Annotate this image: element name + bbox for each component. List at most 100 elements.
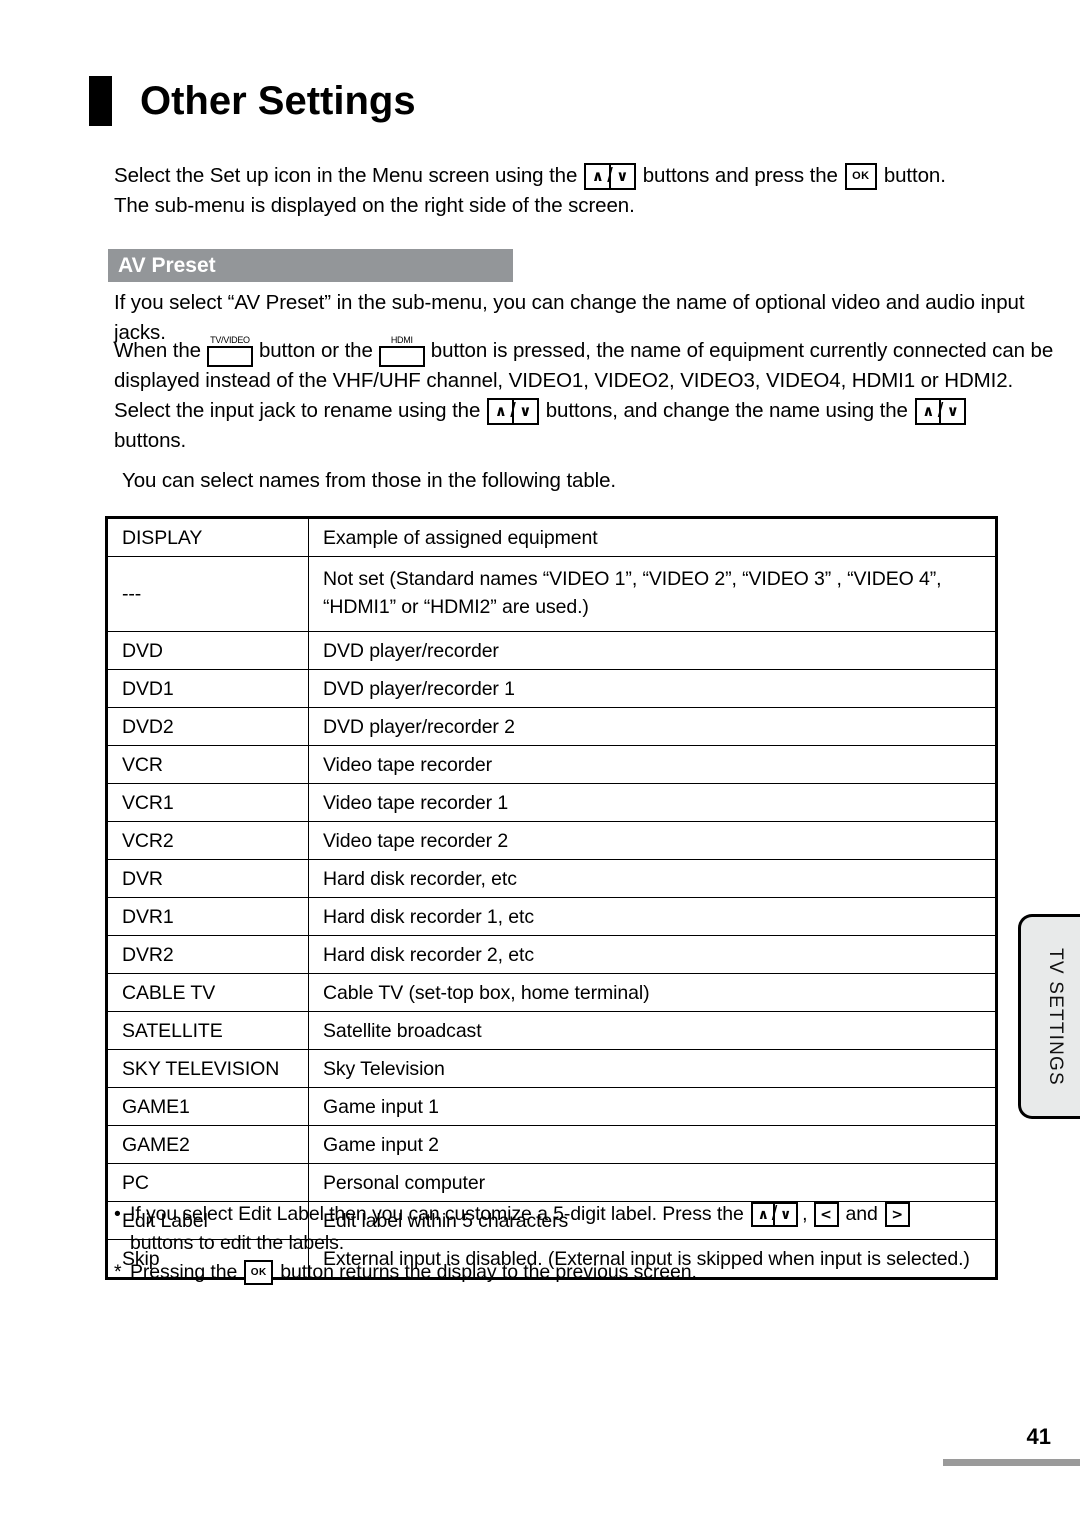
table-row: DVR1 Hard disk recorder 1, etc xyxy=(108,897,995,936)
hdmi-caption: HDMI xyxy=(390,335,413,345)
table-cell-display: DVR1 xyxy=(108,897,309,936)
table-header-row: DISPLAY Example of assigned equipment xyxy=(108,519,995,557)
table-intro-line: You can select names from those in the f… xyxy=(122,466,822,496)
instr-text-c: button is pressed, the name of equipment… xyxy=(430,339,1054,362)
table-cell-display: SKY TELEVISION xyxy=(108,1049,309,1088)
key-separator-slash-2: / xyxy=(510,400,516,422)
table-cell-display: DVR xyxy=(108,859,309,898)
ok-key-icon: OK xyxy=(844,162,877,190)
intro-text-b: buttons and press the xyxy=(642,164,838,187)
table-cell-display: GAME2 xyxy=(108,1125,309,1164)
key-separator-slash-4: / xyxy=(771,1203,778,1225)
table-row: VCR2 Video tape recorder 2 xyxy=(108,821,995,860)
table-header-display: DISPLAY xyxy=(108,519,309,557)
page-number: 41 xyxy=(1026,1424,1051,1449)
desc-line-1: If you select “AV Preset” in the sub-men… xyxy=(114,288,1025,318)
intro-line-2: The sub-menu is displayed on the right s… xyxy=(114,191,1014,221)
section-heading-av-preset: AV Preset xyxy=(108,249,513,282)
table-row: SKY TELEVISION Sky Television xyxy=(108,1049,995,1088)
table-row: DVD1 DVD player/recorder 1 xyxy=(108,669,995,708)
footnote-1-comma: , xyxy=(802,1203,808,1225)
instr-line-2: displayed instead of the VHF/UHF channel… xyxy=(114,366,1034,396)
side-tab-label: TV SETTINGS xyxy=(1044,947,1066,1086)
table-cell-example: Personal computer xyxy=(308,1163,995,1202)
footer-rule xyxy=(943,1459,1080,1466)
instr-line-4-text: buttons. xyxy=(114,429,187,452)
table-cell-example: Game input 1 xyxy=(308,1087,995,1126)
section-heading-label: AV Preset xyxy=(118,253,216,277)
intro-paragraph: Select the Set up icon in the Menu scree… xyxy=(114,161,1014,221)
footnote-1-and: and xyxy=(845,1203,878,1225)
left-arrow-key-icon: < xyxy=(813,1202,839,1227)
table-cell-example: DVD player/recorder xyxy=(308,631,995,670)
table-cell-example: Cable TV (set-top box, home terminal) xyxy=(308,973,995,1012)
table-cell-display: VCR1 xyxy=(108,783,309,822)
intro-line-1: Select the Set up icon in the Menu scree… xyxy=(114,161,1014,191)
table-row: DVR2 Hard disk recorder 2, etc xyxy=(108,935,995,974)
table-cell-example: Sky Television xyxy=(308,1049,995,1088)
footnote-1-text-a: If you select Edit Label then you can cu… xyxy=(130,1203,744,1225)
updown-key-pair-2: ∧ / ∨ xyxy=(487,396,539,426)
footnote-2-text-b: button returns the display to the previo… xyxy=(280,1261,697,1283)
intro-line-2-text: The sub-menu is displayed on the right s… xyxy=(114,194,635,217)
instr-line-4: buttons. xyxy=(114,426,1034,456)
table-cell-display: DVD1 xyxy=(108,669,309,708)
title-bullet-mark xyxy=(89,76,112,126)
table-intro-paragraph: You can select names from those in the f… xyxy=(122,466,822,496)
intro-text-c: button. xyxy=(883,164,946,187)
bullet-marker: • xyxy=(114,1203,121,1225)
right-arrow-key-icon: > xyxy=(884,1202,910,1227)
table-row: DVR Hard disk recorder, etc xyxy=(108,859,995,898)
table-cell-display: DVD2 xyxy=(108,707,309,746)
table-cell-display: PC xyxy=(108,1163,309,1202)
instr-text-a: When the xyxy=(114,339,201,362)
key-separator-slash-3: / xyxy=(937,400,944,422)
table-cell-example: Game input 2 xyxy=(308,1125,995,1164)
table-cell-example: Not set (Standard names “VIDEO 1”, “VIDE… xyxy=(308,556,995,632)
table-row: SATELLITE Satellite broadcast xyxy=(108,1011,995,1050)
intro-text-a: Select the Set up icon in the Menu scree… xyxy=(114,164,578,187)
table-cell-example-line-2: “HDMI1” or “HDMI2” are used.) xyxy=(323,596,589,618)
table-cell-example: DVD player/recorder 1 xyxy=(308,669,995,708)
page-title-text: Other Settings xyxy=(140,79,416,123)
tv-video-caption: TV/VIDEO xyxy=(210,335,250,345)
table-cell-example: Video tape recorder xyxy=(308,745,995,784)
table-cell-display: DVR2 xyxy=(108,935,309,974)
table-cell-example: Video tape recorder 1 xyxy=(308,783,995,822)
down-arrow-key-icon-3: ∨ xyxy=(939,397,967,425)
table-cell-display: DVD xyxy=(108,631,309,670)
footnotes: • If you select Edit Label then you can … xyxy=(114,1200,910,1287)
key-separator-slash: / xyxy=(607,165,613,187)
footnote-2-text-a: Pressing the xyxy=(130,1261,238,1283)
table-intro-text: You can select names from those in the f… xyxy=(122,469,617,492)
footnote-1-line-2: buttons to edit the labels. xyxy=(114,1229,910,1258)
table-cell-display: SATELLITE xyxy=(108,1011,309,1050)
table-cell-example: DVD player/recorder 2 xyxy=(308,707,995,746)
table-row: DVD DVD player/recorder xyxy=(108,631,995,670)
instr-line-3-text-a: Select the input jack to rename using th… xyxy=(114,399,481,422)
table-row: VCR Video tape recorder xyxy=(108,745,995,784)
instr-line-3-text-b: buttons, and change the name using the xyxy=(545,399,908,422)
table-row: GAME2 Game input 2 xyxy=(108,1125,995,1164)
table-cell-example: Satellite broadcast xyxy=(308,1011,995,1050)
footnote-1-line-2-text: buttons to edit the labels. xyxy=(130,1232,345,1254)
av-preset-table-wrapper: DISPLAY Example of assigned equipment --… xyxy=(105,516,998,1280)
table-row: VCR1 Video tape recorder 1 xyxy=(108,783,995,822)
table-row: DVD2 DVD player/recorder 2 xyxy=(108,707,995,746)
table-row: CABLE TV Cable TV (set-top box, home ter… xyxy=(108,973,995,1012)
table-cell-display: CABLE TV xyxy=(108,973,309,1012)
page-title: Other Settings xyxy=(89,76,416,126)
table-row: PC Personal computer xyxy=(108,1163,995,1202)
table-cell-example: Hard disk recorder 2, etc xyxy=(308,935,995,974)
table-row: --- Not set (Standard names “VIDEO 1”, “… xyxy=(108,556,995,632)
updown-key-pair: ∧ / ∨ xyxy=(584,161,636,191)
updown-key-pair-4: ∧ / ∨ xyxy=(750,1200,799,1229)
table-cell-example: Hard disk recorder, etc xyxy=(308,859,995,898)
hdmi-button-icon: HDMI xyxy=(378,335,425,367)
updown-key-pair-3: ∧ / ∨ xyxy=(914,396,967,426)
tv-video-button-box xyxy=(206,346,253,367)
table-cell-example: Hard disk recorder 1, etc xyxy=(308,897,995,936)
asterisk-marker: * xyxy=(114,1261,122,1283)
ok-key-icon-2: OK xyxy=(244,1260,274,1285)
av-preset-instructions: When the TV/VIDEO button or the HDMI but… xyxy=(114,335,1053,456)
